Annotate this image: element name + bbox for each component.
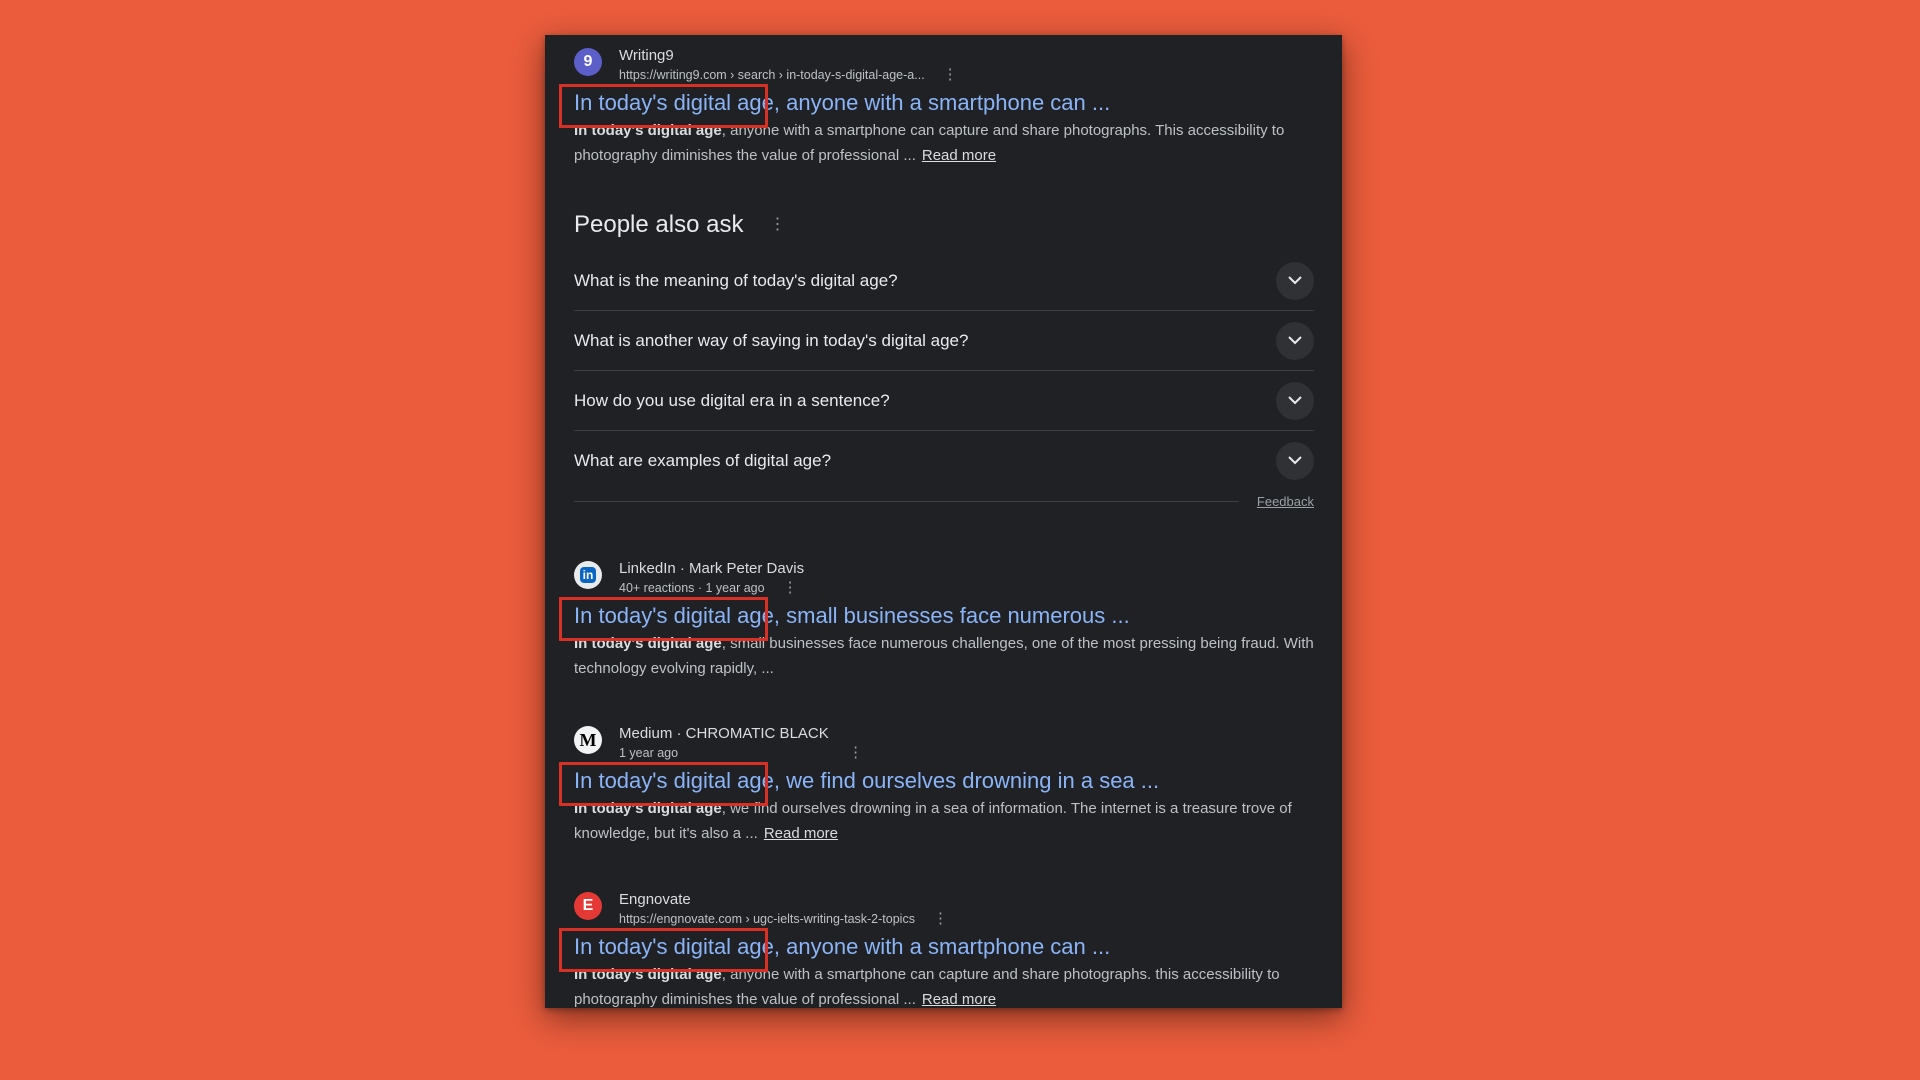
more-vert-icon[interactable]: ⋮	[848, 745, 863, 760]
more-vert-icon[interactable]: ⋮	[933, 911, 948, 926]
search-result: E Engnovate https://engnovate.com › ugc-…	[559, 890, 1314, 1008]
more-vert-icon[interactable]: ⋮	[769, 217, 785, 233]
read-more-link[interactable]: Read more	[922, 991, 996, 1008]
read-more-link[interactable]: Read more	[764, 825, 838, 842]
result-url: https://engnovate.com › ugc-ielts-writin…	[619, 912, 915, 926]
result-snippet: In today's digital age, anyone with a sm…	[574, 966, 1280, 1008]
search-results-panel: 9 Writing9 https://writing9.com › search…	[545, 35, 1342, 1008]
medium-favicon-icon: M	[574, 726, 602, 754]
paa-question[interactable]: What are examples of digital age?	[574, 431, 1314, 490]
divider	[574, 501, 1239, 502]
feedback-link[interactable]: Feedback	[1257, 494, 1314, 509]
paa-question[interactable]: What is another way of saying in today's…	[574, 311, 1314, 371]
search-result: M Medium · CHROMATIC BLACK 1 year ago ⋮ …	[559, 724, 1314, 846]
paa-question[interactable]: What is the meaning of today's digital a…	[574, 251, 1314, 311]
result-source[interactable]: E Engnovate https://engnovate.com › ugc-…	[574, 890, 1314, 928]
result-title-link[interactable]: In today's digital age, small businesses…	[559, 597, 1130, 641]
read-more-link[interactable]: Read more	[922, 147, 996, 164]
result-site-name: Medium · CHROMATIC BLACK	[619, 725, 829, 742]
people-also-ask: People also ask ⋮ What is the meaning of…	[574, 210, 1314, 509]
result-snippet: In today's digital age, we find ourselve…	[574, 800, 1292, 842]
result-title-link[interactable]: In today's digital age, anyone with a sm…	[559, 928, 1110, 972]
result-site-name: Writing9	[619, 47, 674, 64]
more-vert-icon[interactable]: ⋮	[943, 67, 958, 82]
result-site-name: Engnovate	[619, 891, 691, 908]
chevron-down-icon[interactable]	[1276, 441, 1314, 480]
search-result: 9 Writing9 https://writing9.com › search…	[559, 46, 1314, 168]
result-source[interactable]: 9 Writing9 https://writing9.com › search…	[574, 46, 1314, 84]
linkedin-favicon-icon: in	[574, 561, 602, 589]
result-site-name: LinkedIn · Mark Peter Davis	[619, 560, 805, 577]
writing9-favicon-icon: 9	[574, 48, 602, 76]
search-result: in LinkedIn · Mark Peter Davis 40+ react…	[559, 559, 1314, 681]
paa-question[interactable]: How do you use digital era in a sentence…	[574, 371, 1314, 431]
chevron-down-icon[interactable]	[1276, 261, 1314, 300]
chevron-down-icon[interactable]	[1276, 381, 1314, 420]
result-meta: 1 year ago	[619, 746, 679, 760]
result-url: https://writing9.com › search › in-today…	[619, 68, 925, 82]
chevron-down-icon[interactable]	[1276, 321, 1314, 360]
result-snippet: In today's digital age, small businesses…	[574, 635, 1314, 677]
result-snippet: In today's digital age, anyone with a sm…	[574, 122, 1285, 164]
more-vert-icon[interactable]: ⋮	[783, 580, 798, 595]
result-title-link[interactable]: In today's digital age, anyone with a sm…	[559, 84, 1110, 128]
result-source[interactable]: M Medium · CHROMATIC BLACK 1 year ago ⋮	[574, 724, 1314, 762]
result-meta: 40+ reactions · 1 year ago	[619, 581, 765, 595]
result-source[interactable]: in LinkedIn · Mark Peter Davis 40+ react…	[574, 559, 1314, 597]
result-title-link[interactable]: In today's digital age, we find ourselve…	[559, 762, 1159, 806]
engnovate-favicon-icon: E	[574, 892, 602, 920]
paa-heading: People also ask	[574, 211, 744, 238]
